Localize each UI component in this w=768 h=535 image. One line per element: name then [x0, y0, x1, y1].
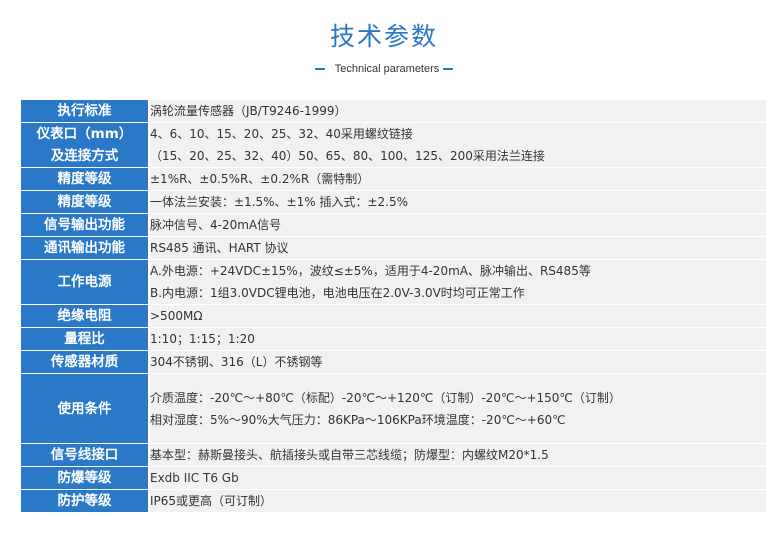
row-label-text: 量程比	[64, 331, 105, 347]
row-label: 信号线接口	[21, 444, 150, 467]
row-value-text: 基本型：赫斯曼接头、航插接头或自带三芯线缆；防爆型：内螺纹M20*1.5	[150, 448, 549, 462]
row-label: 防护等级	[21, 490, 150, 513]
table-row: 仪表口（mm） 及连接方式 4、6、10、15、20、25、32、40采用螺纹链接…	[21, 123, 766, 168]
row-value: 介质温度：-20℃～+80℃（标配）-20℃～+120℃（订制）-20℃～+15…	[150, 374, 766, 444]
table-row: 绝缘电阻 >500MΩ	[21, 305, 766, 328]
row-value: 4、6、10、15、20、25、32、40采用螺纹链接 （15、20、25、32、…	[150, 123, 766, 168]
table-row: 精度等级 ±1%R、±0.5%R、±0.2%R（需特制）	[21, 168, 766, 191]
row-value: 脉冲信号、4-20mA信号	[150, 214, 766, 237]
table-row: 工作电源 A.外电源：+24VDC±15%，波纹≤±5%，适用于4-20mA、脉冲…	[21, 260, 766, 305]
row-label-text: 及连接方式	[50, 148, 119, 164]
row-value: ±1%R、±0.5%R、±0.2%R（需特制）	[150, 168, 766, 191]
table-row: 执行标准 涡轮流量传感器（JB/T9246-1999）	[21, 100, 766, 123]
row-value-text: ±1%R、±0.5%R、±0.2%R（需特制）	[150, 172, 370, 186]
row-label-text: 防爆等级	[57, 470, 112, 486]
subtitle-right-bar	[443, 68, 454, 70]
row-label: 执行标准	[21, 100, 150, 123]
page-subtitle: Technical parameters	[0, 60, 768, 78]
table-row: 精度等级 一体法兰安装：±1.5%、±1% 插入式：±2.5%	[21, 191, 766, 214]
row-value: IP65或更高（可订制）	[150, 490, 766, 513]
row-label-text: 信号输出功能	[44, 217, 125, 233]
page-title: 技术参数	[329, 22, 438, 51]
row-label-text: 使用条件	[57, 400, 112, 417]
row-value: 304不锈钢、316（L）不锈钢等	[150, 351, 766, 374]
row-value-text: 脉冲信号、4-20mA信号	[150, 218, 282, 232]
row-label-text: 传感器材质	[50, 354, 119, 370]
row-value-text: RS485 通讯、HART 协议	[150, 241, 289, 255]
row-label: 信号输出功能	[21, 214, 150, 237]
table-row: 使用条件 介质温度：-20℃～+80℃（标配）-20℃～+120℃（订制）-20℃…	[21, 374, 766, 444]
row-label: 绝缘电阻	[21, 305, 150, 328]
row-value-text: Exdb IIC T6 Gb	[150, 471, 239, 485]
row-label-text: 绝缘电阻	[57, 308, 112, 324]
row-label: 使用条件	[21, 374, 150, 444]
row-label: 防爆等级	[21, 467, 150, 490]
row-label-text: 精度等级	[57, 171, 112, 187]
row-value-text: 相对湿度：5%～90%大气压力：86KPa～106KPa环境温度：-20℃～+6…	[150, 412, 566, 427]
row-label-text: 精度等级	[57, 194, 112, 210]
row-value-text: 304不锈钢、316（L）不锈钢等	[150, 355, 323, 369]
row-value-text: B.内电源：1组3.0VDC锂电池，电池电压在2.0V-3.0V时均可正常工作	[150, 286, 525, 300]
table-row: 信号输出功能 脉冲信号、4-20mA信号	[21, 214, 766, 237]
row-label-text: 执行标准	[57, 103, 112, 119]
row-label: 量程比	[21, 328, 150, 351]
subtitle-left-bar	[314, 68, 325, 70]
row-value: RS485 通讯、HART 协议	[150, 237, 766, 260]
table-row: 防爆等级 Exdb IIC T6 Gb	[21, 467, 766, 490]
row-value: 1:10；1:15；1:20	[150, 328, 766, 351]
row-label: 通讯输出功能	[21, 237, 150, 260]
row-value-text: 1:10；1:15；1:20	[150, 332, 255, 346]
row-label-text: 通讯输出功能	[44, 240, 125, 256]
table-row: 传感器材质 304不锈钢、316（L）不锈钢等	[21, 351, 766, 374]
table-row: 信号线接口 基本型：赫斯曼接头、航插接头或自带三芯线缆；防爆型：内螺纹M20*1.…	[21, 444, 766, 467]
parameters-table: 执行标准 涡轮流量传感器（JB/T9246-1999） 仪表口（mm） 及连接方式 4…	[21, 100, 766, 513]
row-value-text: A.外电源：+24VDC±15%，波纹≤±5%，适用于4-20mA、脉冲输出、R…	[150, 264, 591, 278]
row-label: 精度等级	[21, 168, 150, 191]
row-value: 涡轮流量传感器（JB/T9246-1999）	[150, 100, 766, 123]
row-label: 传感器材质	[21, 351, 150, 374]
row-value: >500MΩ	[150, 305, 766, 328]
table-row: 通讯输出功能 RS485 通讯、HART 协议	[21, 237, 766, 260]
row-value-text: >500MΩ	[150, 309, 203, 323]
row-value-text: 一体法兰安装：±1.5%、±1% 插入式：±2.5%	[150, 195, 408, 209]
row-value: Exdb IIC T6 Gb	[150, 467, 766, 490]
row-value-text: 介质温度：-20℃～+80℃（标配）-20℃～+120℃（订制）-20℃～+15…	[150, 390, 621, 405]
row-value-text: （15、20、25、32、40）50、65、80、100、125、200采用法兰…	[150, 149, 545, 163]
row-value: 一体法兰安装：±1.5%、±1% 插入式：±2.5%	[150, 191, 766, 214]
row-value: 基本型：赫斯曼接头、航插接头或自带三芯线缆；防爆型：内螺纹M20*1.5	[150, 444, 766, 467]
row-label: 精度等级	[21, 191, 150, 214]
row-label-text: 工作电源	[57, 274, 112, 290]
row-value: A.外电源：+24VDC±15%，波纹≤±5%，适用于4-20mA、脉冲输出、R…	[150, 260, 766, 305]
row-label: 仪表口（mm） 及连接方式	[21, 123, 150, 168]
row-label: 工作电源	[21, 260, 150, 305]
row-label-text: 信号线接口	[50, 447, 119, 463]
row-label-text: 仪表口（mm）	[36, 126, 133, 142]
row-label-text: 防护等级	[57, 493, 112, 509]
table-row: 量程比 1:10；1:15；1:20	[21, 328, 766, 351]
row-value-text: 涡轮流量传感器（JB/T9246-1999）	[150, 104, 347, 118]
subtitle-text: Technical parameters	[334, 63, 440, 75]
table-row: 防护等级 IP65或更高（可订制）	[21, 490, 766, 513]
row-value-text: IP65或更高（可订制）	[150, 494, 273, 508]
row-value-text: 4、6、10、15、20、25、32、40采用螺纹链接	[150, 127, 413, 141]
